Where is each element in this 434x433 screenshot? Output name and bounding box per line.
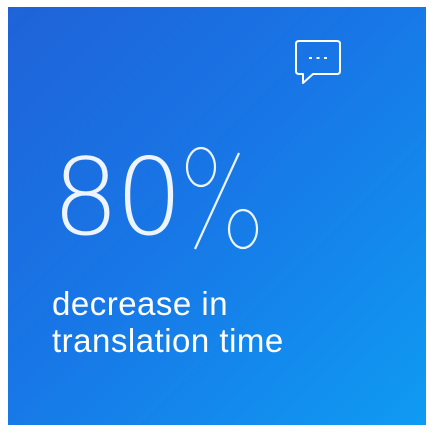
caption-line-1: decrease in [52,285,229,322]
stat-card: 80 decrease in translation time [8,7,426,425]
stat-number: 80 [52,136,183,259]
stat-value: 80 [52,145,263,255]
chat-bubble-icon [291,35,345,89]
stat-caption: decrease in translation time [52,285,284,359]
percent-sign [181,145,263,255]
caption-line-2: translation time [52,322,284,359]
